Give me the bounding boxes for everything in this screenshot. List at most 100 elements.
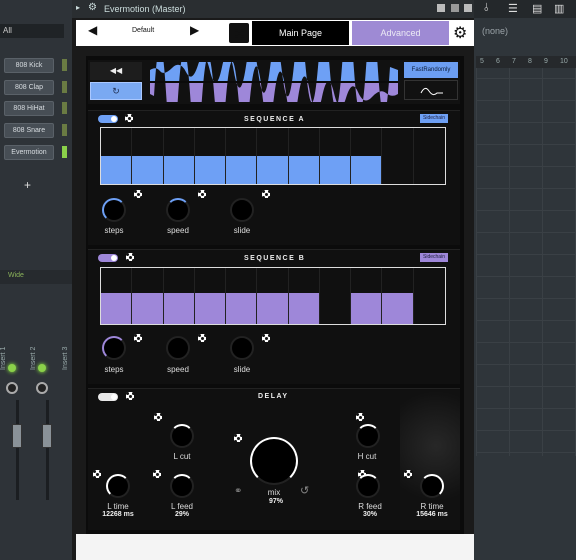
sequence-a-steps-knob[interactable] [102,198,126,222]
sequence-step[interactable] [226,268,258,324]
dice-icon[interactable] [198,190,206,198]
randomize-icon[interactable] [229,23,249,43]
plugin-titlebar[interactable]: ▸ ⚙ Evermotion (Master) [72,0,474,18]
sequence-step[interactable] [414,268,445,324]
sequence-step[interactable] [101,128,133,184]
swap-icon[interactable]: ↺ [300,484,309,497]
sequence-step[interactable] [382,268,414,324]
tool-icon[interactable]: ☰ [508,2,518,15]
dice-icon[interactable] [93,470,101,478]
sequence-step[interactable] [414,128,445,184]
channel-button[interactable]: 808 HiHat [4,101,54,116]
settings-gear-icon[interactable]: ⚙ [453,23,467,43]
mode-button-a[interactable]: FastRandomly [404,62,458,78]
channel-button[interactable]: 808 Clap [4,80,54,95]
delay-lcut-label: L cut [173,452,191,461]
sequence-a-dice-icon[interactable] [125,114,133,122]
sequence-step[interactable] [351,268,383,324]
dice-icon[interactable] [262,334,270,342]
dice-icon[interactable] [262,190,270,198]
sequence-step[interactable] [101,268,133,324]
sequence-step[interactable] [320,268,352,324]
channel-button[interactable]: 808 Kick [4,58,54,73]
volume-fader[interactable] [42,424,52,448]
ruler-num: 8 [528,58,532,65]
tool-icon[interactable]: ▤ [532,2,542,15]
sequence-b-slide-knob[interactable] [230,336,254,360]
collapse-arrow-icon[interactable]: ▸ [76,3,80,12]
sequence-b-dice-icon[interactable] [126,253,134,261]
sequence-b-toggle[interactable] [98,254,118,262]
sequence-step[interactable] [257,128,289,184]
delay-lfeed-knob[interactable] [170,474,194,498]
sequence-b-sidechain[interactable]: Sidechain [420,253,448,262]
tab-advanced[interactable]: Advanced [352,21,449,45]
sequence-step[interactable] [163,128,195,184]
dice-icon[interactable] [134,334,142,342]
loop-button[interactable]: ↻ [90,82,142,100]
dice-icon[interactable] [153,470,161,478]
mixer-wide-label: Wide [0,270,72,284]
dice-icon[interactable] [154,413,162,421]
dice-icon[interactable] [198,334,206,342]
dice-icon[interactable] [356,413,364,421]
sequence-b-steps-knob[interactable] [102,336,126,360]
channel-button[interactable]: 808 Snare [4,123,54,138]
dice-icon[interactable] [134,190,142,198]
delay-ltime-knob[interactable] [106,474,130,498]
dice-icon[interactable] [234,434,242,442]
delay-dice-icon[interactable] [126,392,134,400]
sequence-a-speed-knob[interactable] [166,198,190,222]
next-preset-icon[interactable]: ▶ [190,23,199,37]
tool-icon[interactable]: ⫰ [484,2,489,15]
sequence-step[interactable] [351,128,383,184]
sequence-step[interactable] [288,128,320,184]
delay-hcut-knob[interactable] [356,424,380,448]
tool-icon[interactable]: ▥ [554,2,564,15]
link-icon[interactable]: ⚭ [234,486,242,497]
sequence-step[interactable] [132,268,164,324]
sequence-step[interactable] [132,128,164,184]
preset-name[interactable]: Default [132,27,154,34]
rewind-button[interactable]: ◀◀ [90,62,142,80]
mode-button-b[interactable] [404,80,458,100]
minimize-icon[interactable] [451,4,459,12]
delay-rfeed-label: R feed [358,502,382,511]
delay-mix-value: 97% [268,498,283,505]
sequence-step[interactable] [288,268,320,324]
sequence-step[interactable] [319,128,352,184]
sequence-step[interactable] [382,128,414,184]
prev-preset-icon[interactable]: ◀ [88,23,97,37]
pan-knob[interactable] [36,382,48,394]
pan-knob[interactable] [6,382,18,394]
sequence-step[interactable] [163,268,195,324]
delay-rtime-knob[interactable] [420,474,444,498]
delay-ltime-value: 12268 ms [102,511,134,518]
sequence-b-steps[interactable] [100,267,446,325]
detach-icon[interactable] [437,4,445,12]
sequence-step-fill [101,293,132,324]
channel-filter-dropdown[interactable]: All [0,24,64,38]
dice-icon[interactable] [404,470,412,478]
close-icon[interactable] [464,4,472,12]
delay-mix-knob[interactable] [250,437,298,485]
sequence-step[interactable] [226,128,258,184]
tab-main-page[interactable]: Main Page [252,21,349,45]
sequence-b-speed-knob[interactable] [166,336,190,360]
sequence-step[interactable] [257,268,289,324]
sequence-step[interactable] [194,128,227,184]
sequence-step[interactable] [194,268,227,324]
sequence-a-toggle[interactable] [98,115,118,123]
delay-toggle[interactable] [98,393,118,401]
gear-icon[interactable]: ⚙ [88,2,97,13]
fader-slot [16,400,19,500]
add-channel-icon[interactable]: + [24,178,31,192]
plugin-bottombar [76,534,474,560]
channel-button[interactable]: Evermotion [4,145,54,160]
volume-fader[interactable] [12,424,22,448]
delay-lcut-knob[interactable] [170,424,194,448]
sequence-a-slide-knob[interactable] [230,198,254,222]
delay-rfeed-knob[interactable] [356,474,380,498]
sequence-a-steps[interactable] [100,127,446,185]
sequence-a-sidechain[interactable]: Sidechain [420,114,448,123]
